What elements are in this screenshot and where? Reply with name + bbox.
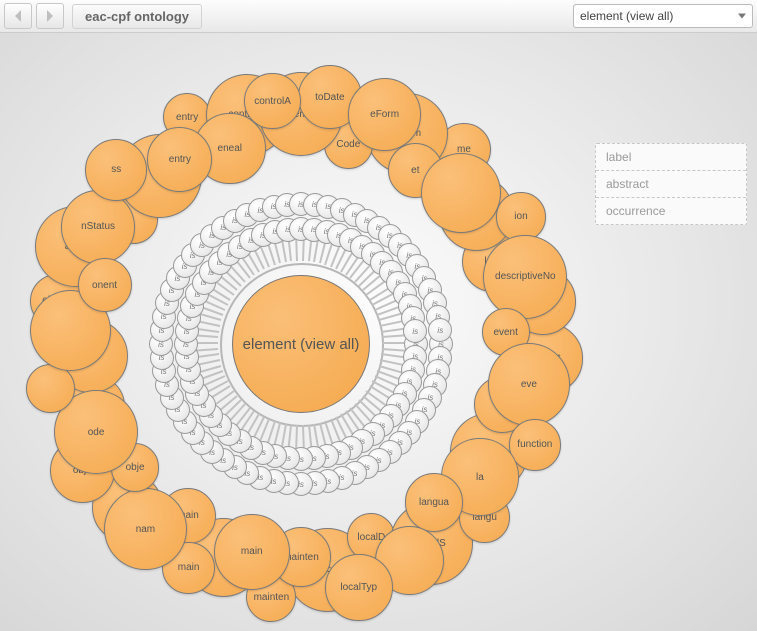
graph-node-label: la [476, 472, 484, 483]
graph-node-label: localTyp [340, 582, 377, 593]
graph-node[interactable]: onent [78, 258, 132, 312]
info-row-abstract[interactable]: abstract [596, 171, 746, 198]
graph-node-label: ion [514, 211, 527, 222]
graph-node[interactable]: eve [488, 343, 571, 426]
graph-node[interactable]: langua [405, 473, 464, 532]
graph-canvas[interactable]: label abstract occurrence element (view … [0, 33, 757, 631]
center-node[interactable]: element (view all) [232, 275, 370, 413]
graph-node-label: toDate [315, 92, 344, 103]
graph-node[interactable]: nam [104, 488, 186, 570]
graph-node-label: eForm [370, 109, 399, 120]
graph-node-label: main [178, 562, 200, 573]
toolbar: eac-cpf ontology element (view all) [0, 0, 757, 33]
graph-node[interactable]: nStatus [61, 190, 135, 264]
graph-node[interactable] [421, 153, 501, 233]
graph-node-label: eneal [218, 143, 242, 154]
graph-node[interactable] [26, 364, 75, 413]
chevron-right-icon [45, 10, 55, 22]
graph-node-label: onent [92, 280, 117, 291]
graph-node-label: entry [176, 112, 198, 123]
graph-node-label: nam [136, 524, 155, 535]
back-button[interactable] [4, 3, 32, 29]
view-select-value: element (view all) [580, 9, 673, 23]
graph-node-label: function [517, 439, 552, 450]
graph-node[interactable]: localTyp [325, 554, 393, 622]
graph-node-label: event [493, 327, 517, 338]
graph-node-label: et [411, 165, 419, 176]
view-select[interactable]: element (view all) [573, 4, 753, 28]
graph-node-label: mainten [254, 592, 290, 603]
page-title: eac-cpf ontology [72, 4, 202, 29]
forward-button[interactable] [36, 3, 64, 29]
center-node-label: element (view all) [243, 336, 360, 353]
graph-node-label: main [241, 546, 263, 557]
graph-node-label: ode [88, 427, 105, 438]
graph-node[interactable]: descriptiveNo [483, 235, 567, 319]
graph-node-label: langua [419, 497, 449, 508]
graph-node[interactable]: function [509, 419, 560, 470]
graph-node-label: ss [111, 164, 121, 175]
graph-node-label: nStatus [81, 221, 115, 232]
graph-node[interactable]: ss [85, 139, 147, 201]
graph-node[interactable]: eForm [348, 78, 421, 151]
graph-node-label: Code [336, 139, 360, 150]
graph-node-label: descriptiveNo [495, 271, 556, 282]
graph-node[interactable]: main [214, 514, 290, 590]
graph-node-label: obje [126, 462, 145, 473]
graph-node[interactable]: entry [147, 127, 212, 192]
chevron-left-icon [13, 10, 23, 22]
info-row-label[interactable]: label [596, 144, 746, 171]
info-panel: label abstract occurrence [595, 143, 747, 225]
graph-node-label: controlA [254, 96, 291, 107]
info-row-occurrence[interactable]: occurrence [596, 198, 746, 224]
graph-node-label: entry [169, 154, 191, 165]
graph-node-label: eve [521, 379, 537, 390]
